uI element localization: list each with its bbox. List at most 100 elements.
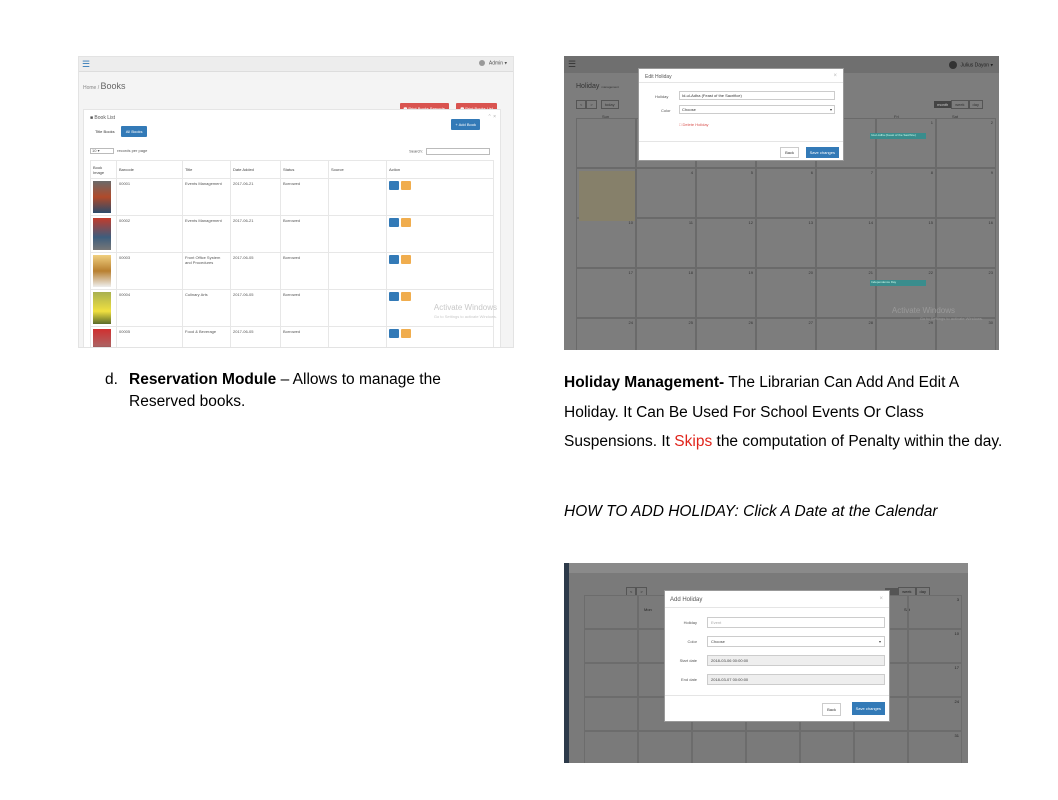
source-cell <box>328 215 387 253</box>
calendar-day-cell[interactable]: 17 <box>908 663 962 697</box>
calendar-event[interactable]: Independence Day <box>870 280 926 286</box>
reservation-title: Reservation Module <box>129 371 277 388</box>
today-button[interactable]: today <box>600 100 619 109</box>
calendar-day-cell[interactable]: 8 <box>876 168 936 218</box>
calendar-day-cell[interactable]: 25 <box>636 318 696 350</box>
calendar-day-cell[interactable]: 18 <box>636 268 696 318</box>
view-button[interactable] <box>389 329 399 338</box>
calendar-day-cell[interactable]: 10 <box>908 629 962 663</box>
edit-button[interactable] <box>401 218 411 227</box>
holiday-input[interactable]: Id-ul-Adha (Feast of the Sacrifice) <box>679 91 835 100</box>
calendar-event[interactable]: Id-ul-Adha (Feast of the Sacrifice) <box>870 133 926 139</box>
col-date-added[interactable]: Date Added <box>230 160 281 179</box>
calendar-day-cell[interactable]: 6 <box>756 168 816 218</box>
user-menu[interactable]: Julius Dayon ▾ <box>949 61 993 69</box>
edit-button[interactable] <box>401 181 411 190</box>
calendar-day-cell[interactable]: 29 <box>876 318 936 350</box>
back-button[interactable]: Back <box>822 703 841 716</box>
close-icon[interactable]: × <box>833 73 837 79</box>
source-cell <box>328 252 387 290</box>
calendar-day-cell[interactable]: 2 <box>936 118 996 168</box>
calendar-day-cell[interactable]: 15 <box>876 218 936 268</box>
color-select[interactable]: Choose ▾ <box>679 105 835 114</box>
activate-windows-subtext: Go to Settings to activate Windows. <box>919 316 983 321</box>
avatar <box>478 60 485 66</box>
calendar-day-cell[interactable]: 1 <box>876 118 936 168</box>
calendar-day-cell[interactable]: 26 <box>696 318 756 350</box>
menu-icon[interactable]: ☰ <box>568 59 576 70</box>
calendar-day-cell[interactable]: 27 <box>756 318 816 350</box>
view-day[interactable]: day <box>968 100 983 109</box>
color-select[interactable]: Choose ▾ <box>707 636 885 647</box>
calendar-day-cell[interactable]: 13 <box>756 218 816 268</box>
calendar-day-cell[interactable]: 24 <box>908 697 962 731</box>
calendar-day-cell[interactable]: 20 <box>756 268 816 318</box>
tab-all-books[interactable]: All Books <box>120 126 148 137</box>
calendar-day-cell[interactable] <box>584 629 638 663</box>
calendar-day-cell[interactable]: 30 <box>936 318 996 350</box>
calendar-day-cell[interactable] <box>584 731 638 763</box>
calendar-day-cell[interactable] <box>854 731 908 763</box>
book-cover-image <box>93 329 111 347</box>
next-button[interactable]: > <box>586 100 597 109</box>
calendar-day-cell[interactable]: 7 <box>816 168 876 218</box>
edit-button[interactable] <box>401 329 411 338</box>
add-book-button[interactable]: + Add Book <box>451 119 480 130</box>
col-book-image[interactable]: Book Image <box>90 160 117 179</box>
calendar-day-cell[interactable]: 19 <box>696 268 756 318</box>
calendar-day-cell[interactable] <box>800 731 854 763</box>
end-date-input[interactable]: 2018-03-07 00:00:00 <box>707 674 885 685</box>
user-menu[interactable]: Admin ▾ <box>478 60 507 66</box>
calendar-day-cell[interactable]: 10 <box>576 218 636 268</box>
menu-icon[interactable]: ☰ <box>82 59 90 69</box>
view-button[interactable] <box>389 255 399 264</box>
calendar-day-cell[interactable] <box>576 118 636 168</box>
holiday-input[interactable]: Event <box>707 617 885 628</box>
col-status[interactable]: Status <box>280 160 329 179</box>
breadcrumb-home[interactable]: Home / <box>83 85 99 91</box>
view-month[interactable]: month <box>934 101 952 108</box>
calendar-day-cell[interactable] <box>584 663 638 697</box>
start-date-input[interactable]: 2018-03-06 00:00:00 <box>707 655 885 666</box>
tab-title-books[interactable]: Title Books <box>90 126 120 137</box>
col-barcode[interactable]: Barcode <box>116 160 183 179</box>
close-icon[interactable]: × <box>879 596 883 602</box>
calendar-day-cell[interactable]: 9 <box>936 168 996 218</box>
calendar-day-cell[interactable] <box>584 697 638 731</box>
calendar-day-cell[interactable]: 24 <box>576 318 636 350</box>
calendar-day-cell[interactable]: 16 <box>936 218 996 268</box>
books-table: Book Image Barcode Title Date Added Stat… <box>90 160 494 347</box>
calendar-day-cell[interactable]: 28 <box>816 318 876 350</box>
view-button[interactable] <box>389 181 399 190</box>
calendar-day-cell[interactable]: 5 <box>696 168 756 218</box>
col-source[interactable]: Source <box>328 160 387 179</box>
calendar-day-cell[interactable]: 21 <box>816 268 876 318</box>
calendar-day-cell[interactable] <box>638 731 692 763</box>
day-number: 7 <box>870 170 873 175</box>
save-changes-button[interactable]: Save changes <box>851 702 885 715</box>
calendar-day-cell[interactable] <box>692 731 746 763</box>
calendar-day-cell[interactable] <box>746 731 800 763</box>
delete-holiday-checkbox[interactable]: □ Delete Holiday <box>679 122 709 127</box>
calendar-day-cell[interactable]: 11 <box>636 218 696 268</box>
back-button[interactable]: Back <box>780 147 799 158</box>
calendar-day-cell[interactable]: 3 <box>908 595 962 629</box>
calendar-day-cell[interactable] <box>584 595 638 629</box>
calendar-day-cell[interactable]: 17 <box>576 268 636 318</box>
records-select[interactable]: 10 ▾ <box>90 148 114 154</box>
calendar-day-cell[interactable]: 31 <box>908 731 962 763</box>
view-week[interactable]: week <box>951 100 969 109</box>
calendar-day-cell[interactable]: 4 <box>636 168 696 218</box>
view-button[interactable] <box>389 218 399 227</box>
calendar-day-cell[interactable]: 14 <box>816 218 876 268</box>
view-button[interactable] <box>389 292 399 301</box>
panel-tools[interactable]: ⌃ × <box>488 114 497 120</box>
save-changes-button[interactable]: Save changes <box>805 147 839 158</box>
prev-button[interactable]: < <box>576 100 587 109</box>
calendar-day-cell[interactable]: 12 <box>696 218 756 268</box>
edit-button[interactable] <box>401 255 411 264</box>
col-title[interactable]: Title <box>182 160 231 179</box>
col-action[interactable]: Action <box>386 160 494 179</box>
edit-button[interactable] <box>401 292 411 301</box>
search-input[interactable] <box>426 148 490 155</box>
